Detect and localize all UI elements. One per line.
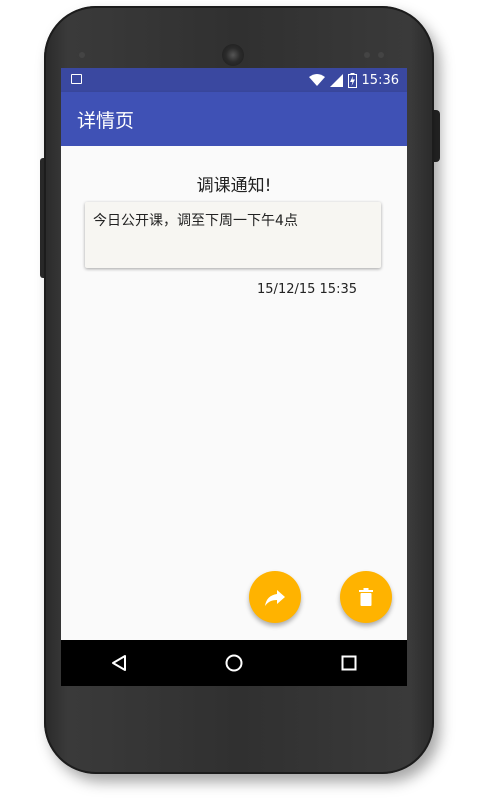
- front-camera: [79, 52, 85, 58]
- detail-content: 调课通知! 今日公开课，调至下周一下午4点 15/12/15 15:35: [61, 146, 407, 640]
- sensor: [378, 52, 384, 58]
- back-button[interactable]: [89, 640, 149, 686]
- app-bar: 详情页: [61, 92, 407, 146]
- share-button[interactable]: [249, 571, 301, 623]
- home-icon: [225, 654, 243, 672]
- delete-button[interactable]: [340, 571, 392, 623]
- page-title: 详情页: [77, 110, 135, 132]
- home-button[interactable]: [204, 640, 264, 686]
- battery-charging-icon: [347, 72, 357, 88]
- sensor: [364, 52, 370, 58]
- recents-button[interactable]: [319, 640, 379, 686]
- notice-card: 今日公开课，调至下周一下午4点: [85, 202, 381, 268]
- image-notification-icon: [71, 74, 82, 84]
- status-bar: 15:36: [61, 68, 407, 92]
- notice-timestamp: 15/12/15 15:35: [257, 282, 357, 297]
- back-icon: [111, 655, 126, 671]
- earpiece-speaker: [222, 44, 244, 66]
- status-time: 15:36: [361, 72, 399, 88]
- status-icons: 15:36: [308, 68, 399, 92]
- screen: 15:36 详情页 调课通知! 今日公开课，调至下周一下午4点 15/12/15…: [61, 68, 407, 686]
- recents-icon: [341, 655, 357, 671]
- notice-body: 今日公开课，调至下周一下午4点: [93, 213, 298, 229]
- trash-icon: [359, 588, 373, 606]
- wifi-icon: [308, 73, 325, 86]
- navigation-bar: [61, 640, 407, 686]
- signal-icon: [329, 73, 343, 87]
- share-forward-icon: [265, 590, 285, 606]
- notice-title: 调课通知!: [196, 176, 272, 196]
